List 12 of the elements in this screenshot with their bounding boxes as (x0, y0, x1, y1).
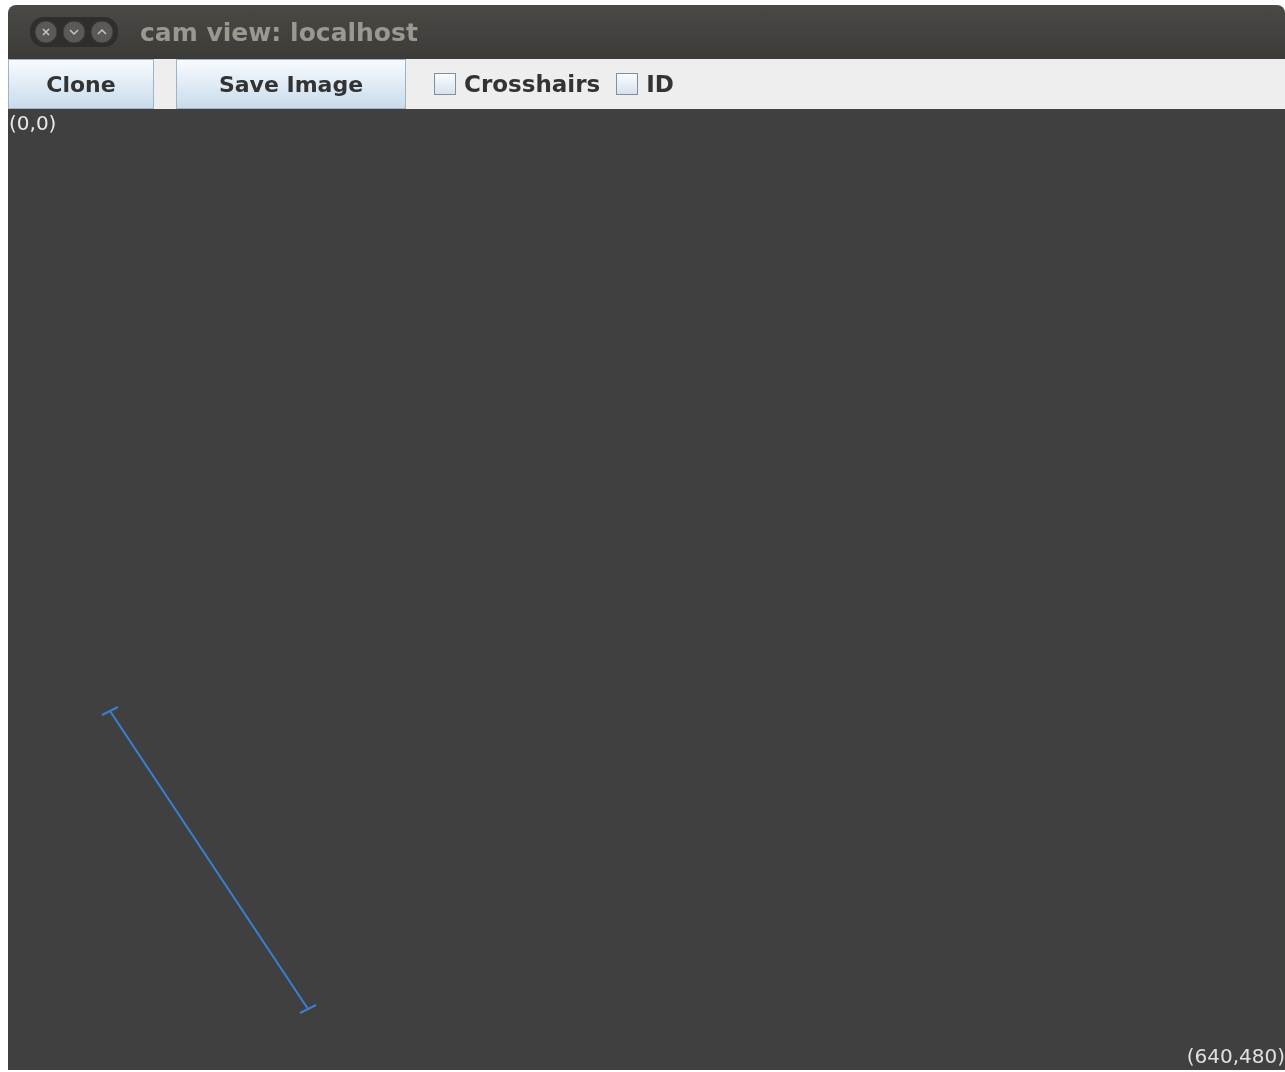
coordinate-label: (640,480) (1186, 1044, 1285, 1070)
close-icon[interactable] (34, 20, 58, 44)
maximize-icon[interactable] (90, 20, 114, 44)
toolbar-button[interactable]: Save Image (176, 59, 406, 109)
checkbox-label[interactable]: Crosshairs (464, 71, 601, 97)
checkbox[interactable] (434, 73, 456, 95)
window-title: cam view: localhost (140, 17, 418, 47)
toolbar-button[interactable]: Clone (8, 59, 154, 109)
checkbox[interactable] (616, 73, 639, 95)
minimize-icon[interactable] (62, 20, 86, 44)
coordinate-label: (0,0) (8, 110, 58, 137)
checkbox-label[interactable]: ID (646, 71, 674, 97)
